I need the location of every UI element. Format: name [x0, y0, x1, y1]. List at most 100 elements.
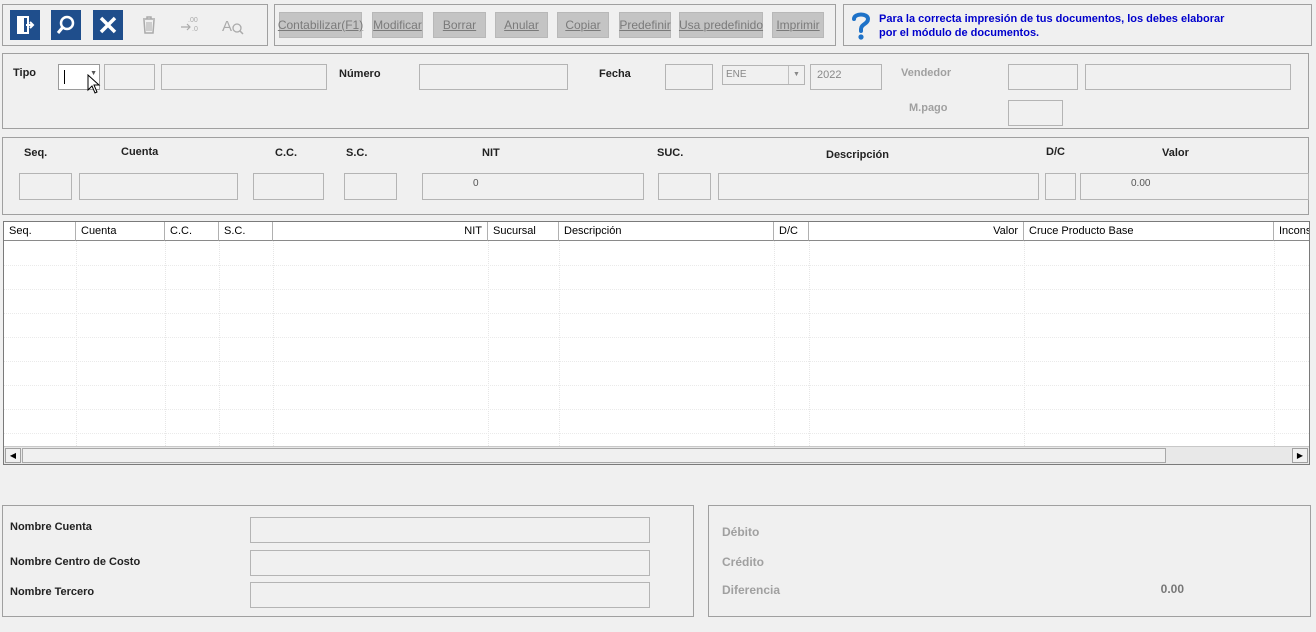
entry-cc-field[interactable] [253, 173, 324, 200]
entry-dc-field[interactable] [1045, 173, 1076, 200]
nombre-tercero-label: Nombre Tercero [10, 586, 95, 598]
entry-nit-label: NIT [482, 147, 500, 159]
grid-row-line [4, 409, 1309, 410]
col-header-cruce-producto-base[interactable]: Cruce Producto Base [1024, 222, 1274, 241]
help-text-line-1: Para la correcta impresión de tus docume… [879, 13, 1225, 25]
col-header-incons[interactable]: Incons [1274, 222, 1309, 241]
col-header-sc[interactable]: S.C. [219, 222, 273, 241]
contabilizar-button[interactable]: Contabilizar(F1) [278, 12, 363, 38]
numero-field[interactable] [419, 64, 568, 90]
col-header-valor[interactable]: Valor [809, 222, 1024, 241]
nombre-centro-costo-field[interactable] [250, 550, 650, 576]
entry-seq-label: Seq. [24, 147, 48, 159]
grid-column-line [488, 241, 489, 446]
entry-valor-label: Valor [1162, 147, 1189, 159]
tipo-code-field[interactable] [104, 64, 155, 90]
horizontal-scrollbar[interactable]: ◀ ▶ [4, 446, 1309, 464]
exit-button[interactable] [10, 10, 40, 40]
col-header-cc[interactable]: C.C. [165, 222, 219, 241]
nombre-centro-costo-label: Nombre Centro de Costo [10, 556, 141, 568]
decimal-shift-icon: .00 .0 [181, 17, 198, 33]
credito-label: Crédito [722, 555, 764, 569]
spellcheck-button[interactable]: A [218, 10, 248, 40]
usa-predefinido-button[interactable]: Usa predefinido [679, 12, 763, 38]
tipo-description-field[interactable] [161, 64, 327, 90]
decimal-button[interactable]: .00 .0 [177, 10, 207, 40]
entry-seq-field[interactable] [19, 173, 72, 200]
close-button[interactable] [93, 10, 123, 40]
vendedor-label: Vendedor [901, 67, 952, 79]
fecha-year-value: 2022 [817, 69, 842, 81]
grid-column-line [76, 241, 77, 446]
grid-row-line [4, 265, 1309, 266]
help-button[interactable] [849, 10, 873, 42]
help-text: Para la correcta impresión de tus docume… [879, 12, 1309, 40]
search-icon [56, 15, 75, 34]
grid-column-line [273, 241, 274, 446]
grid-row-line [4, 337, 1309, 338]
col-header-nit[interactable]: NIT [273, 222, 488, 241]
entry-dc-label: D/C [1046, 146, 1065, 158]
entry-cuenta-label: Cuenta [121, 146, 159, 158]
borrar-button[interactable]: Borrar [433, 12, 486, 38]
fecha-month-value: ENE [726, 69, 747, 80]
vendedor-code-field[interactable] [1008, 64, 1078, 90]
fecha-year-field[interactable]: 2022 [810, 64, 882, 90]
grid-column-line [774, 241, 775, 446]
grid-row-line [4, 385, 1309, 386]
arrow-right-icon: ▶ [1296, 451, 1304, 460]
entry-nit-value: 0 [473, 178, 479, 189]
debito-label: Débito [722, 525, 760, 539]
spellcheck-icon: A [222, 18, 244, 35]
modificar-button[interactable]: Modificar [372, 12, 423, 38]
grid-column-line [559, 241, 560, 446]
delete-button[interactable] [134, 10, 164, 40]
col-header-sucursal[interactable]: Sucursal [488, 222, 559, 241]
predefinir-button[interactable]: Predefinir [619, 12, 671, 38]
close-icon [99, 16, 117, 34]
entry-cuenta-field[interactable] [79, 173, 238, 200]
scroll-left-button[interactable]: ◀ [5, 448, 21, 463]
fecha-label: Fecha [599, 68, 631, 80]
exit-icon [17, 16, 35, 34]
entry-suc-field[interactable] [658, 173, 711, 200]
entry-sc-field[interactable] [344, 173, 397, 200]
vendedor-name-field[interactable] [1085, 64, 1291, 90]
svg-text:.00: .00 [188, 17, 198, 24]
anular-button[interactable]: Anular [495, 12, 548, 38]
nombre-tercero-field[interactable] [250, 582, 650, 608]
fecha-day-field[interactable] [665, 64, 713, 90]
diferencia-label: Diferencia [722, 583, 781, 597]
svg-text:.0: .0 [192, 26, 198, 33]
entry-descripcion-label: Descripción [826, 149, 889, 161]
help-text-line-2: por el módulo de documentos. [879, 27, 1040, 39]
nombre-cuenta-label: Nombre Cuenta [10, 521, 92, 533]
question-icon [852, 12, 871, 40]
entry-valor-field[interactable]: 0.00 [1080, 173, 1309, 200]
scrollbar-thumb[interactable] [22, 448, 1166, 463]
entry-nit-field[interactable]: 0 [422, 173, 644, 200]
imprimir-button[interactable]: Imprimir [772, 12, 824, 38]
col-header-dc[interactable]: D/C [774, 222, 809, 241]
mpago-field[interactable] [1008, 100, 1063, 126]
nombre-cuenta-field[interactable] [250, 517, 650, 543]
grid-column-line [1274, 241, 1275, 446]
grid-row-line [4, 313, 1309, 314]
grid-column-line [1024, 241, 1025, 446]
grid-row-line [4, 433, 1309, 434]
fecha-month-select[interactable]: ENE ▼ [722, 65, 805, 85]
mouse-cursor-icon [87, 74, 101, 94]
entry-valor-value: 0.00 [1131, 178, 1151, 189]
diferencia-value: 0.00 [1160, 582, 1184, 596]
search-button[interactable] [51, 10, 81, 40]
col-header-cuenta[interactable]: Cuenta [76, 222, 165, 241]
mpago-label: M.pago [909, 102, 948, 114]
col-header-seq[interactable]: Seq. [4, 222, 76, 241]
copiar-button[interactable]: Copiar [557, 12, 609, 38]
scroll-right-button[interactable]: ▶ [1292, 448, 1308, 463]
entry-descripcion-field[interactable] [718, 173, 1039, 200]
grid-column-line [165, 241, 166, 446]
grid-row-line [4, 361, 1309, 362]
col-header-descripcion[interactable]: Descripción [559, 222, 774, 241]
entries-grid[interactable]: Seq. Cuenta C.C. S.C. NIT Sucursal Descr… [3, 221, 1310, 465]
